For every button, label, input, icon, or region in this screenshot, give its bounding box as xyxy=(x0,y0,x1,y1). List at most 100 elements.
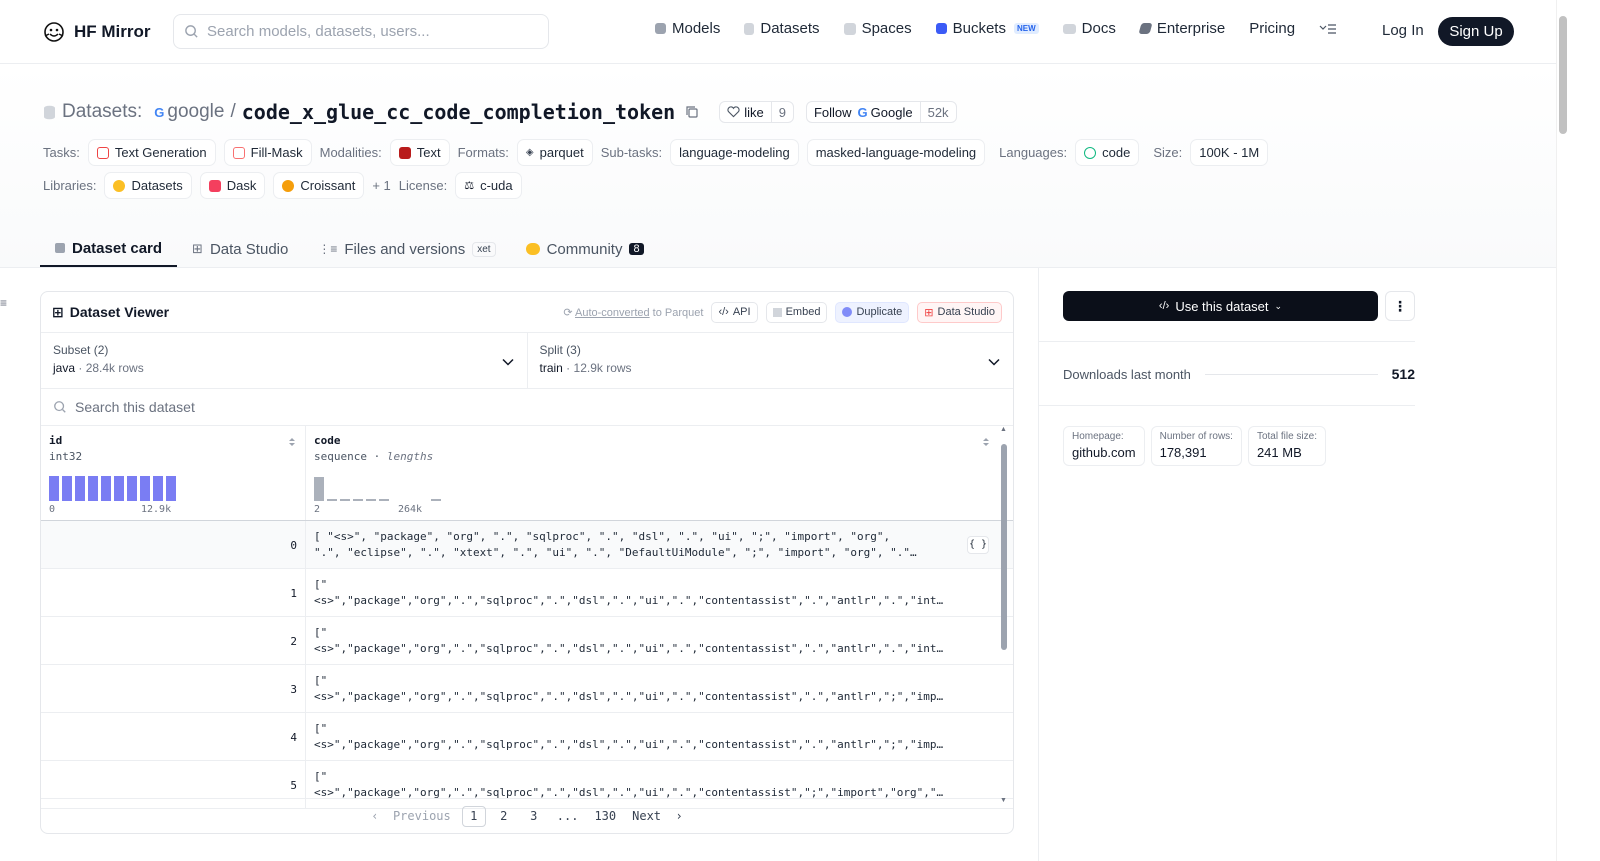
split-select[interactable]: Split (3) train · 12.9k rows xyxy=(526,333,1014,388)
next-page-button[interactable]: Next › xyxy=(627,806,688,827)
page-1-button[interactable]: 1 xyxy=(461,805,486,827)
tab-dataset-card[interactable]: Dataset card xyxy=(40,231,178,267)
use-this-dataset-button[interactable]: ‹/› Use this dataset ⌄ xyxy=(1063,291,1378,321)
tag-text-generation[interactable]: Text Generation xyxy=(87,139,216,166)
histogram-bar[interactable] xyxy=(75,476,85,501)
tag-license[interactable]: ⚖ c-uda xyxy=(455,172,522,199)
auto-converted-link[interactable]: Auto-converted xyxy=(575,307,650,319)
table-row[interactable]: 2 [" <s>","package","org",".","sqlproc",".… xyxy=(41,617,1013,665)
histogram-bar[interactable] xyxy=(431,499,441,501)
login-link[interactable]: Log In xyxy=(1382,22,1424,39)
nav-docs[interactable]: Docs xyxy=(1062,20,1116,37)
global-search[interactable] xyxy=(173,14,549,49)
page-scrollbar[interactable] xyxy=(1556,0,1568,861)
tag-datasets-lib[interactable]: Datasets xyxy=(104,172,192,199)
like-button[interactable]: like 9 xyxy=(719,101,794,123)
histogram-bar[interactable] xyxy=(327,499,337,501)
libraries-more[interactable]: + 1 xyxy=(372,178,390,193)
nav-buckets[interactable]: Buckets NEW xyxy=(935,20,1039,37)
embed-button[interactable]: Embed xyxy=(765,301,828,323)
column-header-id[interactable]: id int32 0 12.9k xyxy=(41,426,306,520)
nav-datasets[interactable]: Datasets xyxy=(744,20,820,37)
data-studio-button[interactable]: ⊞ Data Studio xyxy=(917,301,1002,323)
database-icon xyxy=(744,22,755,35)
row-code-cell[interactable]: [ "<s>", "package", "org", ".", "sqlproc… xyxy=(306,521,999,568)
nav-models[interactable]: Models xyxy=(655,20,720,37)
histogram-bar[interactable] xyxy=(140,476,150,501)
tag-dask[interactable]: Dask xyxy=(199,172,266,199)
scroll-up-arrow-icon[interactable]: ▲ xyxy=(1000,426,1007,433)
expand-json-button[interactable]: { } xyxy=(967,536,989,554)
global-search-input[interactable] xyxy=(207,23,527,40)
follow-label: Follow xyxy=(813,104,852,120)
sort-icon[interactable] xyxy=(287,436,297,448)
tag-masked-language-modeling[interactable]: masked-language-modeling xyxy=(806,139,986,166)
table-row[interactable]: 1 [" <s>","package","org",".","sqlproc",".… xyxy=(41,569,1013,617)
more-options-button[interactable]: ⋮ xyxy=(1385,291,1415,321)
api-button[interactable]: ‹/› API xyxy=(711,301,758,323)
table-row[interactable]: 4 [" <s>","package","org",".","sqlproc",".… xyxy=(41,713,1013,761)
row-code-cell[interactable]: [" <s>","package","org",".","sqlproc","."… xyxy=(306,569,999,616)
tab-data-studio[interactable]: ⊞ Data Studio xyxy=(177,231,303,267)
tag-fill-mask[interactable]: Fill-Mask xyxy=(223,139,312,166)
signup-button[interactable]: Sign Up xyxy=(1438,17,1514,46)
toc-toggle[interactable]: ≡ xyxy=(0,296,7,310)
scroll-down-arrow-icon[interactable]: ▼ xyxy=(1000,797,1007,804)
histogram-bar[interactable] xyxy=(62,476,72,501)
table-scroll-thumb[interactable] xyxy=(1001,444,1007,650)
duplicate-button[interactable]: Duplicate xyxy=(835,301,910,323)
histogram-bar[interactable] xyxy=(353,499,363,501)
nav-spaces[interactable]: Spaces xyxy=(843,20,912,37)
brand-logo[interactable]: HF Mirror xyxy=(42,20,151,44)
nav-more-menu[interactable] xyxy=(1319,23,1337,35)
tab-community[interactable]: Community 8 xyxy=(511,231,659,267)
previous-page-button[interactable]: ‹ Previous xyxy=(366,806,455,827)
tag-parquet[interactable]: ◈ parquet xyxy=(516,139,593,166)
dataset-search-input[interactable] xyxy=(75,399,475,415)
histogram-bar[interactable] xyxy=(379,499,389,501)
column-header-code[interactable]: code sequence · lengths 2 264k xyxy=(306,426,999,520)
histogram-bar[interactable] xyxy=(314,477,324,501)
table-scrollbar[interactable]: ▲ ▼ xyxy=(1000,426,1008,804)
homepage-fact[interactable]: Homepage: github.com xyxy=(1063,426,1145,466)
code-line: <s>","package","org",".","sqlproc",".","… xyxy=(314,690,944,703)
histogram-bar[interactable] xyxy=(114,476,124,501)
table-row[interactable]: 0 [ "<s>", "package", "org", ".", "sqlpro… xyxy=(41,521,1013,569)
histogram-bar[interactable] xyxy=(166,476,176,501)
histogram-bar[interactable] xyxy=(127,476,137,501)
repo-tabs: Dataset card ⊞ Data Studio ⋮≡ Files and ve… xyxy=(40,231,659,267)
histogram-bar[interactable] xyxy=(366,499,376,501)
tag-croissant[interactable]: Croissant xyxy=(273,172,365,199)
sort-icon[interactable] xyxy=(981,436,991,448)
tab-files-and-versions[interactable]: ⋮≡ Files and versions xet xyxy=(303,231,510,267)
row-code-cell[interactable]: [" <s>","package","org",".","sqlproc","."… xyxy=(306,617,999,664)
pagination: ‹ Previous 1 2 3 ... 130 Next › xyxy=(41,798,1013,833)
follow-button[interactable]: Follow G Google 52k xyxy=(805,101,957,123)
histogram-bar[interactable] xyxy=(101,476,111,501)
histogram-bar[interactable] xyxy=(153,476,163,501)
embed-icon xyxy=(772,307,782,317)
table-row[interactable]: 3 [" <s>","package","org",".","sqlproc",".… xyxy=(41,665,1013,713)
tag-text[interactable]: Text xyxy=(389,139,450,166)
histogram-bar[interactable] xyxy=(340,499,350,501)
code-line: <s>","package","org",".","sqlproc",".","… xyxy=(314,594,944,607)
tag-language-modeling[interactable]: language-modeling xyxy=(670,139,799,166)
page-2-button[interactable]: 2 xyxy=(492,806,516,827)
tag-code[interactable]: code xyxy=(1075,139,1140,166)
row-code-cell[interactable]: [" <s>","package","org",".","sqlproc","."… xyxy=(306,665,999,712)
histogram-bar[interactable] xyxy=(88,476,98,501)
dataset-name[interactable]: code_x_glue_cc_code_completion_token xyxy=(242,100,675,124)
owner-link[interactable]: G google xyxy=(154,101,224,123)
nav-enterprise[interactable]: Enterprise xyxy=(1138,20,1225,37)
copy-icon[interactable] xyxy=(685,105,699,119)
nav-pricing[interactable]: Pricing xyxy=(1249,20,1295,37)
dataset-facts: Homepage: github.com Number of rows: 178,3… xyxy=(1063,426,1326,466)
page-130-button[interactable]: 130 xyxy=(589,806,621,827)
subset-select[interactable]: Subset (2) java · 28.4k rows xyxy=(41,333,527,388)
tag-size[interactable]: 100K - 1M xyxy=(1190,139,1269,166)
dataset-search[interactable] xyxy=(41,389,1013,426)
page-scroll-thumb[interactable] xyxy=(1559,16,1567,134)
histogram-bar[interactable] xyxy=(49,476,59,501)
page-3-button[interactable]: 3 xyxy=(522,806,546,827)
row-code-cell[interactable]: [" <s>","package","org",".","sqlproc","."… xyxy=(306,713,999,760)
